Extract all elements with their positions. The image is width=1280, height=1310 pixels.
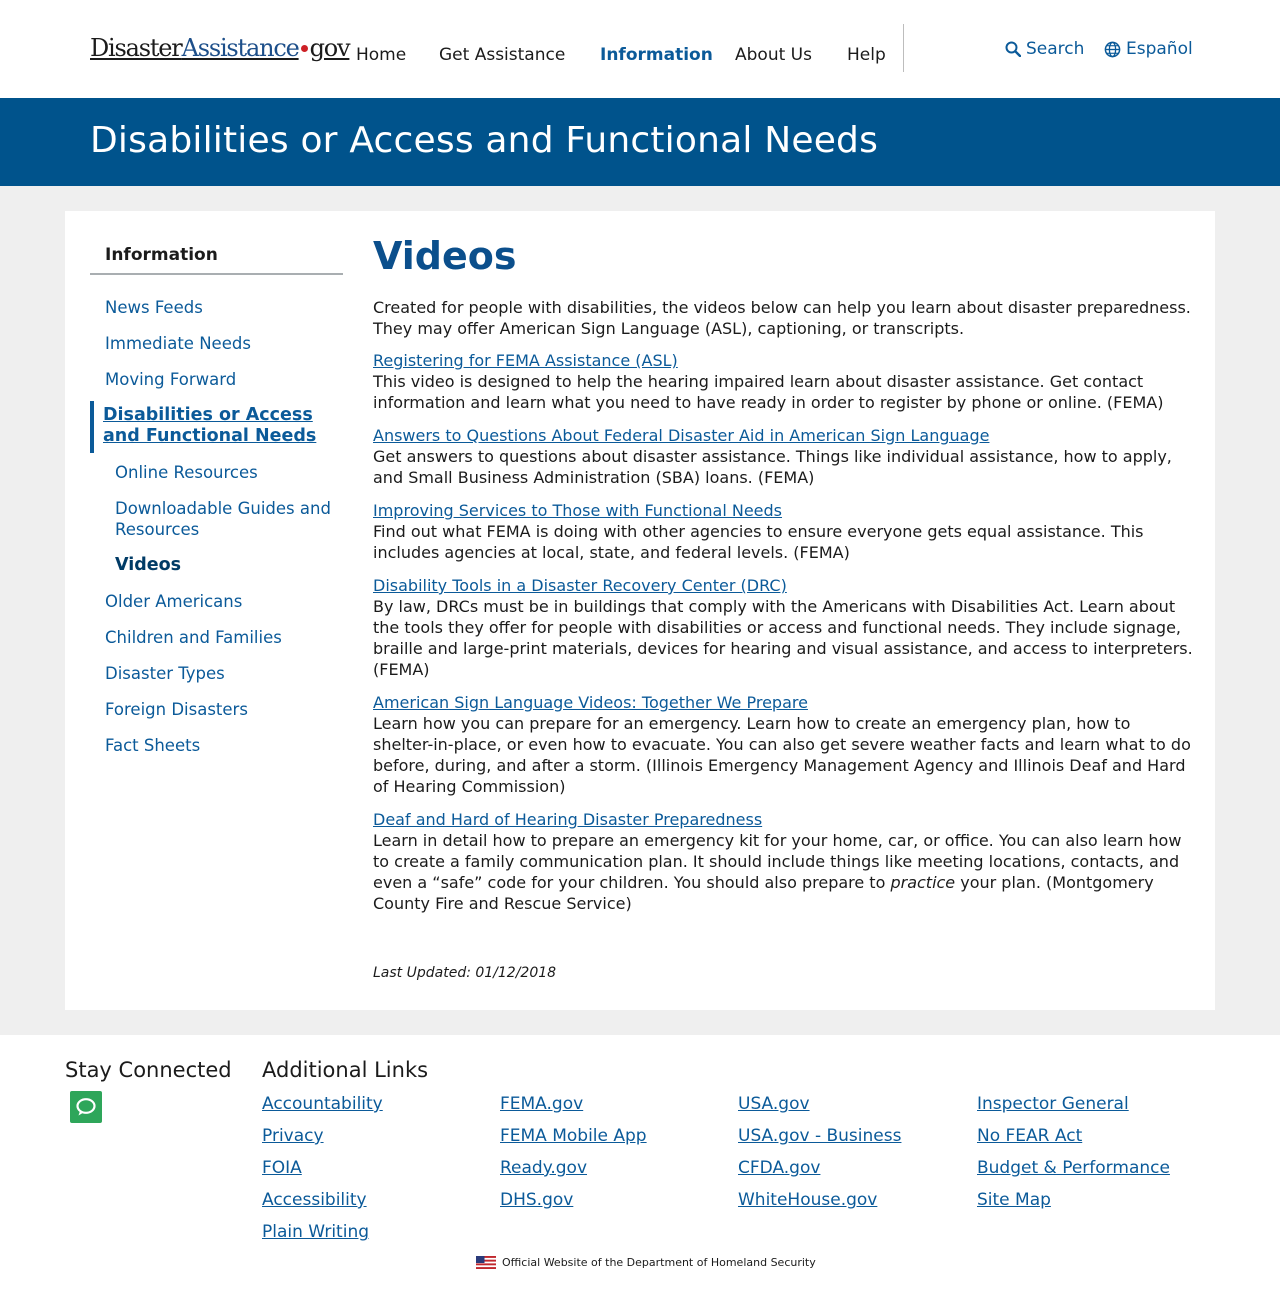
video-link[interactable]: Disability Tools in a Disaster Recovery … bbox=[373, 575, 1193, 596]
stay-connected-heading: Stay Connected bbox=[65, 1058, 232, 1082]
footer-link-usa-gov[interactable]: USA.gov bbox=[738, 1094, 810, 1114]
search-link[interactable]: Search bbox=[1005, 39, 1084, 59]
footer-link-site-map[interactable]: Site Map bbox=[977, 1190, 1051, 1210]
nav-home[interactable]: Home bbox=[356, 45, 406, 65]
sidebar-item-disaster-types[interactable]: Disaster Types bbox=[105, 663, 225, 684]
footer-link-foia[interactable]: FOIA bbox=[262, 1158, 302, 1178]
sidebar-item-children-families[interactable]: Children and Families bbox=[105, 627, 282, 648]
additional-links-heading: Additional Links bbox=[262, 1058, 429, 1082]
chat-bubble-icon[interactable] bbox=[70, 1091, 102, 1123]
video-entry: Improving Services to Those with Functio… bbox=[373, 500, 1193, 563]
language-link[interactable]: Español bbox=[1104, 39, 1193, 59]
video-link[interactable]: Improving Services to Those with Functio… bbox=[373, 500, 1193, 521]
video-description: By law, DRCs must be in buildings that c… bbox=[373, 597, 1193, 679]
sidebar-divider bbox=[90, 273, 343, 275]
logo-text-assistance: Assistance bbox=[181, 34, 300, 62]
search-label: Search bbox=[1026, 39, 1085, 59]
sidebar-subitem-videos[interactable]: Videos bbox=[115, 555, 335, 576]
sidebar-item-foreign-disasters[interactable]: Foreign Disasters bbox=[105, 699, 248, 720]
video-description-emphasis: practice bbox=[890, 873, 956, 892]
footer-link-cfda[interactable]: CFDA.gov bbox=[738, 1158, 820, 1178]
video-description: Find out what FEMA is doing with other a… bbox=[373, 522, 1144, 562]
video-entry: Registering for FEMA Assistance (ASL) Th… bbox=[373, 350, 1193, 413]
nav-divider bbox=[903, 24, 904, 72]
sidebar-item-moving-forward[interactable]: Moving Forward bbox=[105, 369, 236, 390]
footer-link-no-fear-act[interactable]: No FEAR Act bbox=[977, 1126, 1082, 1146]
video-description: Get answers to questions about disaster … bbox=[373, 447, 1172, 487]
official-website-notice: Official Website of the Department of Ho… bbox=[476, 1256, 816, 1269]
sidebar-title: Information bbox=[105, 245, 218, 265]
video-link[interactable]: Deaf and Hard of Hearing Disaster Prepar… bbox=[373, 809, 1193, 830]
video-link[interactable]: Registering for FEMA Assistance (ASL) bbox=[373, 350, 1193, 371]
footer-link-fema[interactable]: FEMA.gov bbox=[500, 1094, 583, 1114]
footer-link-inspector-general[interactable]: Inspector General bbox=[977, 1094, 1129, 1114]
sidebar-subitem-downloadable-guides[interactable]: Downloadable Guides and Resources bbox=[115, 498, 335, 540]
footer-link-privacy[interactable]: Privacy bbox=[262, 1126, 324, 1146]
video-description: This video is designed to help the heari… bbox=[373, 372, 1164, 412]
logo-text-disaster: Disaster bbox=[90, 34, 183, 62]
video-link[interactable]: Answers to Questions About Federal Disas… bbox=[373, 425, 1193, 446]
footer-link-budget-performance[interactable]: Budget & Performance bbox=[977, 1158, 1170, 1178]
footer-link-whitehouse[interactable]: WhiteHouse.gov bbox=[738, 1190, 877, 1210]
footer-link-plain-writing[interactable]: Plain Writing bbox=[262, 1222, 369, 1242]
site-header: DisasterAssistance gov Home Get Assistanc… bbox=[0, 0, 1280, 98]
sidebar-subitem-online-resources[interactable]: Online Resources bbox=[115, 462, 335, 483]
video-entry: Disability Tools in a Disaster Recovery … bbox=[373, 575, 1193, 680]
footer-link-usa-gov-business[interactable]: USA.gov - Business bbox=[738, 1126, 901, 1146]
video-entry: Deaf and Hard of Hearing Disaster Prepar… bbox=[373, 809, 1193, 914]
nav-information[interactable]: Information bbox=[600, 45, 713, 65]
hero-banner: Disabilities or Access and Functional Ne… bbox=[0, 98, 1280, 186]
official-website-text: Official Website of the Department of Ho… bbox=[502, 1256, 816, 1269]
video-entry: American Sign Language Videos: Together … bbox=[373, 692, 1193, 797]
video-link[interactable]: American Sign Language Videos: Together … bbox=[373, 692, 1193, 713]
sidebar-item-older-americans[interactable]: Older Americans bbox=[105, 591, 242, 612]
globe-icon bbox=[1104, 41, 1121, 57]
footer-link-fema-mobile-app[interactable]: FEMA Mobile App bbox=[500, 1126, 647, 1146]
site-logo[interactable]: DisasterAssistance gov bbox=[90, 34, 351, 62]
hero-title: Disabilities or Access and Functional Ne… bbox=[90, 120, 879, 161]
nav-help[interactable]: Help bbox=[847, 45, 886, 65]
logo-text-gov: gov bbox=[309, 34, 351, 62]
sidebar-item-fact-sheets[interactable]: Fact Sheets bbox=[105, 735, 200, 756]
footer-link-accountability[interactable]: Accountability bbox=[262, 1094, 383, 1114]
video-description: Learn in detail how to prepare an emerge… bbox=[373, 830, 1193, 914]
logo-dot-icon bbox=[300, 45, 308, 52]
nav-get-assistance[interactable]: Get Assistance bbox=[439, 45, 565, 65]
footer-link-accessibility[interactable]: Accessibility bbox=[262, 1190, 367, 1210]
last-updated: Last Updated: 01/12/2018 bbox=[373, 965, 557, 981]
intro-text: Created for people with disabilities, th… bbox=[373, 298, 1191, 338]
search-icon bbox=[1005, 41, 1021, 57]
video-entry: Answers to Questions About Federal Disas… bbox=[373, 425, 1193, 488]
us-flag-icon bbox=[476, 1256, 496, 1269]
footer-link-dhs[interactable]: DHS.gov bbox=[500, 1190, 573, 1210]
sidebar-item-news-feeds[interactable]: News Feeds bbox=[105, 297, 203, 318]
footer-link-ready[interactable]: Ready.gov bbox=[500, 1158, 587, 1178]
video-description: Learn how you can prepare for an emergen… bbox=[373, 714, 1191, 796]
sidebar-item-disabilities[interactable]: Disabilities or Access and Functional Ne… bbox=[103, 405, 343, 447]
nav-about-us[interactable]: About Us bbox=[735, 45, 812, 65]
page-title: Videos bbox=[373, 234, 517, 278]
sidebar-active-indicator bbox=[90, 401, 94, 453]
sidebar-item-immediate-needs[interactable]: Immediate Needs bbox=[105, 333, 251, 354]
language-label: Español bbox=[1126, 39, 1193, 59]
